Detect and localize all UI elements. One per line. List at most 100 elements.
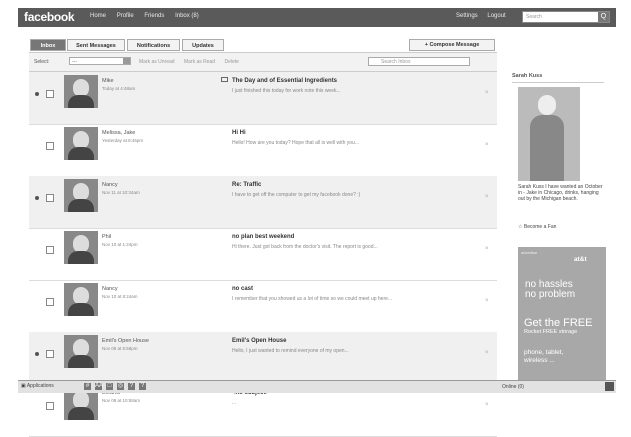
message-checkbox[interactable] [46, 142, 54, 150]
sidebar-title: Sarah Kuss [512, 73, 543, 79]
ad-offer: Get the FREE Rocket FREE storage [524, 318, 592, 336]
top-search-input[interactable]: Search Q [522, 11, 610, 23]
sender-avatar[interactable] [64, 127, 98, 160]
sidebar-text: Sarah Kuss I have wanted an October in -… [518, 184, 603, 202]
message-subject[interactable]: Emil's Open House [232, 338, 286, 344]
top-search-placeholder: Search [526, 14, 542, 20]
message-date: Nov 10 at 8:24am [102, 294, 138, 299]
message-row[interactable]: Phil Nov 10 at 1:24pm no plan best weekend… [29, 228, 497, 281]
sender-name[interactable]: Mike [102, 78, 114, 84]
close-icon[interactable]: × [485, 298, 489, 304]
nav-profile[interactable]: Profile [117, 13, 134, 19]
message-row[interactable]: Nancy Nov 10 at 8:24am no cast I remember t… [29, 280, 497, 333]
chat-icon[interactable] [605, 382, 614, 391]
sender-name[interactable]: Nancy [102, 286, 118, 292]
applications-menu[interactable]: ▣ Applications [21, 383, 54, 389]
message-snippet[interactable]: Hi there. Just got back from the doctor'… [232, 244, 378, 250]
message-date: Nov 10 at 1:24pm [102, 242, 138, 247]
nav-settings[interactable]: Settings [456, 13, 478, 19]
sender-avatar[interactable] [64, 283, 98, 316]
tab-sent-messages[interactable]: Sent Messages [67, 39, 125, 51]
message-snippet[interactable]: Hello, I just wanted to remind everyone … [232, 348, 349, 354]
sidebar-photo[interactable] [518, 87, 580, 181]
select-label: Select: [34, 59, 50, 65]
sender-name[interactable]: Melissa, Jake [102, 130, 135, 136]
avatar-body [68, 95, 94, 108]
message-checkbox[interactable] [46, 350, 54, 358]
close-icon[interactable]: × [485, 402, 489, 408]
mark-read-link[interactable]: Mark as Read [184, 59, 215, 65]
nav-friends[interactable]: Friends [144, 13, 164, 19]
mark-unread-link[interactable]: Mark as Unread [139, 59, 175, 65]
message-checkbox[interactable] [46, 298, 54, 306]
message-snippet[interactable]: Hello! How are you today? Hope that all … [232, 140, 359, 146]
become-fan-link[interactable]: ☆ Become a Fan [518, 224, 556, 230]
message-subject[interactable]: no plan best weekend [232, 234, 294, 240]
ad-small-text: phone, tablet, wireless ... [524, 349, 563, 365]
ad-top-label: advertise [521, 250, 538, 255]
message-snippet[interactable]: I just finished this today for work note… [232, 88, 341, 94]
message-snippet[interactable]: ... [232, 400, 236, 406]
delete-link[interactable]: Delete [224, 59, 238, 65]
online-friends[interactable]: Online (0) [502, 384, 524, 390]
nav-home[interactable]: Home [90, 13, 106, 19]
tab-updates[interactable]: Updates [182, 39, 224, 51]
sender-avatar[interactable] [64, 335, 98, 368]
message-subject[interactable]: Hi Hi [232, 130, 246, 136]
avatar-body [68, 303, 94, 316]
select-dropdown[interactable]: --- [69, 57, 131, 65]
photo-body [530, 115, 564, 181]
sender-avatar[interactable] [64, 231, 98, 264]
avatar-body [68, 355, 94, 368]
tab-notifications[interactable]: Notifications [127, 39, 180, 51]
avatar-body [68, 199, 94, 212]
avatar-body [68, 147, 94, 160]
message-snippet[interactable]: I have to get off the computer to get my… [232, 192, 360, 198]
bookmark-icon[interactable]: # [84, 383, 91, 390]
photos-icon[interactable]: □ [106, 383, 113, 390]
close-icon[interactable]: × [485, 142, 489, 148]
unread-dot [35, 92, 39, 96]
message-checkbox[interactable] [46, 402, 54, 410]
help-icon[interactable]: ? [139, 383, 146, 390]
advertisement[interactable]: advertise at&t no hassles no problem Get… [518, 247, 606, 382]
compose-message-button[interactable]: + Compose Message [409, 39, 495, 51]
message-row[interactable]: Nancy Nov 11 at 10:34am Re: Traffic I have … [29, 176, 497, 229]
nav-inbox[interactable]: Inbox (8) [175, 13, 199, 19]
message-checkbox[interactable] [46, 90, 54, 98]
message-snippet[interactable]: I remember that you showed us a lot of t… [232, 296, 392, 302]
inbox-search-input[interactable]: Search Inbox [368, 57, 470, 66]
sender-name[interactable]: Nancy [102, 182, 118, 188]
message-row[interactable]: Melissa, Jake Yesterday at 8:45pm Hi Hi Hel… [29, 124, 497, 177]
select-value: --- [72, 59, 77, 65]
message-subject[interactable]: no cast [232, 286, 253, 292]
video-icon[interactable]: ◎ [117, 383, 124, 390]
facebook-logo[interactable]: facebook [24, 10, 75, 24]
chevron-down-icon [123, 58, 130, 64]
friends-icon[interactable]: AA [95, 383, 103, 390]
message-date: Yesterday at 8:45pm [102, 138, 144, 143]
avatar-body [68, 251, 94, 264]
notes-icon[interactable]: ? [128, 383, 135, 390]
message-row[interactable]: Mike Today at 4:48am The Day and of Essent… [29, 72, 497, 125]
sender-name[interactable]: Emil's Open House [102, 338, 149, 344]
close-icon[interactable]: × [485, 350, 489, 356]
nav-logout[interactable]: Logout [487, 13, 505, 19]
sender-name[interactable]: Phil [102, 234, 111, 240]
ad-small-line-2: wireless ... [524, 357, 555, 364]
message-checkbox[interactable] [46, 194, 54, 202]
top-right-links: Settings Logout [456, 13, 514, 19]
message-date: Nov 08 at 10:58am [102, 398, 141, 403]
ad-headline: no hassles no problem [525, 280, 575, 300]
close-icon[interactable]: × [485, 194, 489, 200]
search-icon[interactable]: Q [598, 12, 609, 22]
message-subject[interactable]: The Day and of Essential Ingredients [232, 78, 337, 84]
close-icon[interactable]: × [485, 90, 489, 96]
message-checkbox[interactable] [46, 246, 54, 254]
message-subject[interactable]: Re: Traffic [232, 182, 261, 188]
tab-inbox[interactable]: Inbox [30, 39, 66, 51]
sender-avatar[interactable] [64, 75, 98, 108]
close-icon[interactable]: × [485, 246, 489, 252]
sender-avatar[interactable] [64, 179, 98, 212]
message-row[interactable]: Emil's Open House Nov 09 at 5:58pm Emil's … [29, 332, 497, 385]
